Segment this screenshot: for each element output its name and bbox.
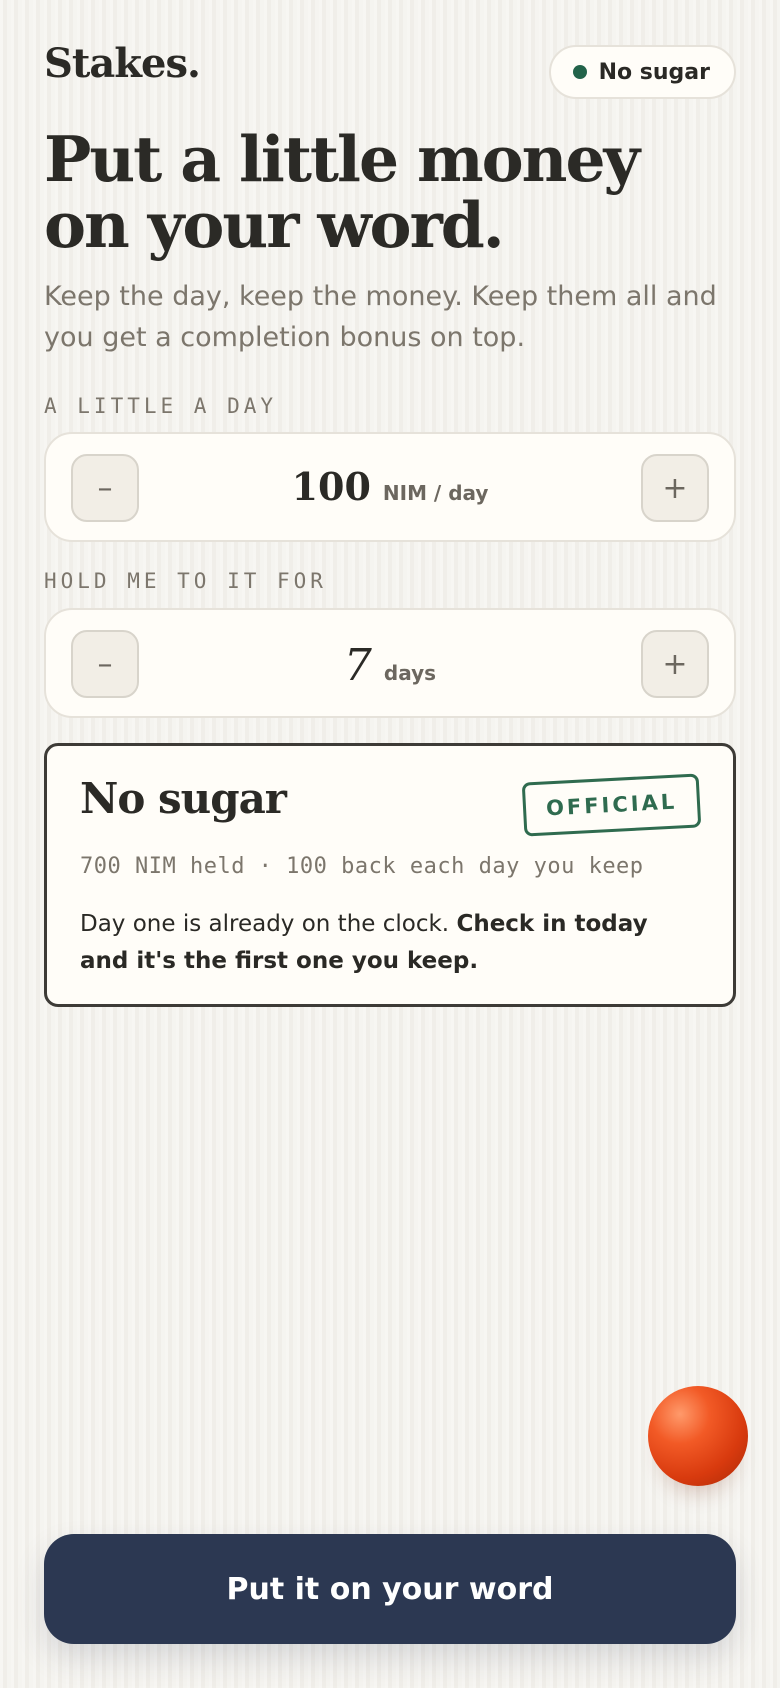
goal-status-pill[interactable]: No sugar xyxy=(548,45,736,99)
page-subtitle: Keep the day, keep the money. Keep them … xyxy=(44,281,717,353)
official-stamp: OFFICIAL xyxy=(521,773,702,837)
amount-value: 100 xyxy=(291,464,371,509)
amount-stepper: – 100 NIM / day + xyxy=(44,432,736,542)
goal-status-label: No sugar xyxy=(598,59,710,85)
amount-increase-button[interactable]: + xyxy=(641,454,709,522)
page-title: Put a little money on your word. xyxy=(44,126,744,258)
page-title-line-2: on your word. xyxy=(44,188,505,262)
page-title-line-1: Put a little money xyxy=(44,122,640,196)
duration-value: 7 xyxy=(343,640,372,691)
stake-summary-card: No sugar OFFICIAL 700 NIM held · 100 bac… xyxy=(44,743,736,1007)
orange-orb-icon xyxy=(648,1386,748,1486)
summary-body-regular: Day one is already on the clock. xyxy=(80,911,457,937)
amount-unit: NIM / day xyxy=(382,481,489,505)
plus-icon: + xyxy=(662,470,688,506)
summary-card-meta: 700 NIM held · 100 back each day you kee… xyxy=(80,854,644,879)
duration-value-display: 7 days xyxy=(46,610,734,716)
duration-increase-button[interactable]: + xyxy=(641,630,709,698)
duration-stepper: – 7 days + xyxy=(44,608,736,718)
put-it-on-your-word-button[interactable]: Put it on your word xyxy=(44,1534,736,1644)
summary-card-title: No sugar xyxy=(80,774,287,823)
amount-value-display: 100 NIM / day xyxy=(46,434,734,540)
duration-unit: days xyxy=(383,661,437,685)
status-dot-icon xyxy=(572,65,587,79)
plus-icon: + xyxy=(662,646,688,682)
duration-label: HOLD ME TO IT FOR xyxy=(44,569,327,593)
app-logo: Stakes. xyxy=(44,40,201,87)
summary-card-body: Day one is already on the clock. Check i… xyxy=(80,906,700,980)
amount-label: A LITTLE A DAY xyxy=(44,394,278,418)
